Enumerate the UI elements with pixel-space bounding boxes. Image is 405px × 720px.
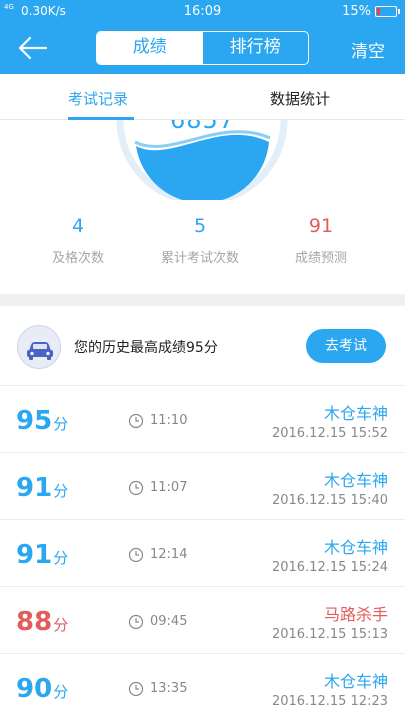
stat-label: 累计考试次数	[160, 251, 239, 266]
score-value: 91分	[16, 540, 69, 570]
clock-icon	[128, 614, 144, 630]
score-value: 91分	[16, 473, 69, 503]
exam-duration: 09:45	[150, 614, 188, 629]
battery-percent: 15%	[342, 4, 371, 19]
clock-icon	[128, 547, 144, 563]
stat-value: 4	[71, 215, 85, 237]
stat-pass-count: 4 及格次数	[18, 215, 138, 266]
battery-level	[377, 8, 380, 15]
rank-title: 马路杀手	[323, 605, 388, 624]
stat-label: 及格次数	[51, 251, 104, 266]
score-value: 95分	[16, 406, 69, 436]
exam-date: 2016.12.15 12:23	[271, 694, 388, 709]
rank-title: 木仓车神	[323, 672, 388, 691]
exam-date: 2016.12.15 15:24	[271, 560, 388, 575]
segment-control: 成绩 排行榜	[96, 31, 309, 65]
rank-title: 木仓车神	[323, 404, 388, 423]
exam-date: 2016.12.15 15:40	[271, 493, 388, 508]
tab-bar: 考试记录 数据统计	[0, 74, 405, 120]
list-item[interactable]: 90分 13:35 木仓车神 2016.12.15 12:23	[0, 655, 405, 720]
section-divider	[0, 294, 405, 306]
stats-row: 4 及格次数 5 累计考试次数 91 成绩预测	[0, 215, 405, 285]
score-value: 88分	[16, 607, 69, 637]
gauge-value: 6857	[169, 120, 236, 134]
score-gauge: 6857	[0, 120, 405, 200]
clock-icon	[128, 480, 144, 496]
exam-date: 2016.12.15 15:52	[271, 426, 388, 441]
exam-duration: 12:14	[150, 547, 188, 562]
exam-date: 2016.12.15 15:13	[271, 627, 388, 642]
clear-button[interactable]: 清空	[351, 37, 385, 62]
list-item[interactable]: 95分 11:10 木仓车神 2016.12.15 15:52	[0, 387, 405, 453]
exam-duration: 13:35	[150, 681, 188, 696]
best-score-row: 您的历史最高成绩95分 去考试	[0, 306, 405, 386]
car-icon	[17, 325, 61, 369]
back-arrow-icon[interactable]	[16, 32, 50, 64]
stat-value: 91	[308, 215, 334, 237]
segment-tab-score[interactable]: 成绩	[97, 32, 203, 64]
stat-score-prediction: 91 成绩预测	[261, 215, 381, 266]
status-bar: 4G 0.30K/s 16:09 15%	[0, 0, 405, 22]
score-value: 90分	[16, 674, 69, 704]
battery-icon	[375, 6, 400, 17]
tab-data-stats[interactable]: 数据统计	[270, 88, 330, 109]
exam-duration: 11:10	[150, 413, 188, 428]
take-exam-button[interactable]: 去考试	[306, 329, 386, 363]
rank-title: 木仓车神	[323, 471, 388, 490]
clock-icon	[128, 413, 144, 429]
stat-value: 5	[193, 215, 207, 237]
list-item[interactable]: 91分 11:07 木仓车神 2016.12.15 15:40	[0, 454, 405, 520]
segment-tab-ranking[interactable]: 排行榜	[203, 32, 309, 64]
exam-duration: 11:07	[150, 480, 188, 495]
list-item[interactable]: 88分 09:45 马路杀手 2016.12.15 15:13	[0, 588, 405, 654]
list-item[interactable]: 91分 12:14 木仓车神 2016.12.15 15:24	[0, 521, 405, 587]
app-bar: 成绩 排行榜 清空	[0, 22, 405, 74]
clock-icon	[128, 681, 144, 697]
stat-label: 成绩预测	[294, 251, 347, 266]
tab-exam-records[interactable]: 考试记录	[68, 88, 128, 109]
stat-total-exams: 5 累计考试次数	[140, 215, 260, 266]
best-score-text: 您的历史最高成绩95分	[74, 340, 218, 356]
rank-title: 木仓车神	[323, 538, 388, 557]
